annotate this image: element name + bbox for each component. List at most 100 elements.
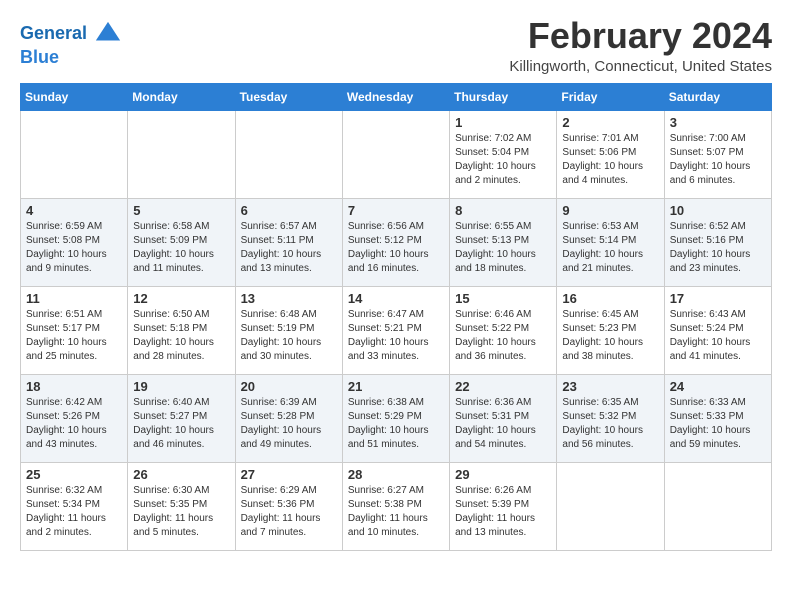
calendar-cell: 13Sunrise: 6:48 AM Sunset: 5:19 PM Dayli…: [235, 286, 342, 374]
header-wednesday: Wednesday: [342, 83, 449, 110]
day-number: 12: [133, 291, 229, 306]
day-number: 22: [455, 379, 551, 394]
calendar-cell: 29 Sunrise: 6:26 AM Sunset: 5:39 PM Dayli…: [450, 462, 557, 550]
day-info: Sunrise: 6:29 AM Sunset: 5:36 PM Dayligh…: [241, 484, 337, 540]
day-number: 6: [241, 203, 337, 218]
calendar-cell: 26 Sunrise: 6:30 AM Sunset: 5:35 PM Dayli…: [128, 462, 235, 550]
calendar-cell: 16 Sunrise: 6:45 AM Sunset: 5:23 PM Dayli…: [557, 286, 664, 374]
day-number: 2: [562, 115, 658, 130]
calendar-cell: 14 Sunrise: 6:47 AM Sunset: 5:21 PM Dayli…: [342, 286, 449, 374]
day-number: 9: [562, 203, 658, 218]
calendar-cell: 8Sunrise: 6:55 AM Sunset: 5:13 PM Daylig…: [450, 198, 557, 286]
day-number: 25: [26, 467, 122, 482]
calendar-cell: [21, 110, 128, 198]
day-info: Sunrise: 6:50 AM Sunset: 5:18 PM Dayligh…: [133, 308, 229, 364]
calendar-week-row: 4 Sunrise: 6:59 AM Sunset: 5:08 PM Daylig…: [21, 198, 772, 286]
day-number: 18: [26, 379, 122, 394]
header: General Blue February 2024 Killingworth,…: [20, 16, 772, 75]
day-info: Sunrise: 6:57 AM Sunset: 5:11 PM Dayligh…: [241, 220, 337, 276]
day-number: 21: [348, 379, 444, 394]
day-info: Sunrise: 6:40 AM Sunset: 5:27 PM Dayligh…: [133, 396, 229, 452]
calendar-cell: 10 Sunrise: 6:52 AM Sunset: 5:16 PM Dayli…: [664, 198, 771, 286]
day-info: Sunrise: 6:56 AM Sunset: 5:12 PM Dayligh…: [348, 220, 444, 276]
calendar-header-row: SundayMondayTuesdayWednesdayThursdayFrid…: [21, 83, 772, 110]
logo: General Blue: [20, 20, 122, 68]
logo-line1: General: [20, 20, 122, 48]
calendar-cell: 6 Sunrise: 6:57 AM Sunset: 5:11 PM Daylig…: [235, 198, 342, 286]
calendar-cell: [342, 110, 449, 198]
day-info: Sunrise: 6:30 AM Sunset: 5:35 PM Dayligh…: [133, 484, 229, 540]
calendar-cell: 25 Sunrise: 6:32 AM Sunset: 5:34 PM Dayli…: [21, 462, 128, 550]
day-info: Sunrise: 6:45 AM Sunset: 5:23 PM Dayligh…: [562, 308, 658, 364]
day-info: Sunrise: 6:53 AM Sunset: 5:14 PM Dayligh…: [562, 220, 658, 276]
day-info: Sunrise: 6:51 AM Sunset: 5:17 PM Dayligh…: [26, 308, 122, 364]
calendar-week-row: 18 Sunrise: 6:42 AM Sunset: 5:26 PM Dayli…: [21, 374, 772, 462]
calendar-cell: 15 Sunrise: 6:46 AM Sunset: 5:22 PM Dayli…: [450, 286, 557, 374]
calendar-cell: 21 Sunrise: 6:38 AM Sunset: 5:29 PM Dayli…: [342, 374, 449, 462]
calendar-cell: 27 Sunrise: 6:29 AM Sunset: 5:36 PM Dayli…: [235, 462, 342, 550]
calendar-table: SundayMondayTuesdayWednesdayThursdayFrid…: [20, 83, 772, 551]
day-number: 28: [348, 467, 444, 482]
day-info: Sunrise: 6:38 AM Sunset: 5:29 PM Dayligh…: [348, 396, 444, 452]
day-info: Sunrise: 7:01 AM Sunset: 5:06 PM Dayligh…: [562, 132, 658, 188]
header-thursday: Thursday: [450, 83, 557, 110]
day-number: 24: [670, 379, 766, 394]
day-info: Sunrise: 6:59 AM Sunset: 5:08 PM Dayligh…: [26, 220, 122, 276]
header-monday: Monday: [128, 83, 235, 110]
day-info: Sunrise: 6:58 AM Sunset: 5:09 PM Dayligh…: [133, 220, 229, 276]
day-number: 17: [670, 291, 766, 306]
header-friday: Friday: [557, 83, 664, 110]
calendar-cell: 11Sunrise: 6:51 AM Sunset: 5:17 PM Dayli…: [21, 286, 128, 374]
calendar-week-row: 25 Sunrise: 6:32 AM Sunset: 5:34 PM Dayli…: [21, 462, 772, 550]
calendar-cell: 19Sunrise: 6:40 AM Sunset: 5:27 PM Dayli…: [128, 374, 235, 462]
title-area: February 2024 Killingworth, Connecticut,…: [509, 16, 772, 75]
header-sunday: Sunday: [21, 83, 128, 110]
day-number: 16: [562, 291, 658, 306]
day-number: 26: [133, 467, 229, 482]
day-number: 20: [241, 379, 337, 394]
day-info: Sunrise: 6:32 AM Sunset: 5:34 PM Dayligh…: [26, 484, 122, 540]
calendar-cell: 24 Sunrise: 6:33 AM Sunset: 5:33 PM Dayli…: [664, 374, 771, 462]
day-info: Sunrise: 7:00 AM Sunset: 5:07 PM Dayligh…: [670, 132, 766, 188]
day-number: 14: [348, 291, 444, 306]
day-number: 1: [455, 115, 551, 130]
day-info: Sunrise: 6:42 AM Sunset: 5:26 PM Dayligh…: [26, 396, 122, 452]
calendar-cell: 7Sunrise: 6:56 AM Sunset: 5:12 PM Daylig…: [342, 198, 449, 286]
day-number: 29: [455, 467, 551, 482]
calendar-week-row: 1 Sunrise: 7:02 AM Sunset: 5:04 PM Daylig…: [21, 110, 772, 198]
day-number: 13: [241, 291, 337, 306]
calendar-cell: [557, 462, 664, 550]
logo-line2: Blue: [20, 48, 122, 68]
calendar-cell: 2 Sunrise: 7:01 AM Sunset: 5:06 PM Daylig…: [557, 110, 664, 198]
day-number: 4: [26, 203, 122, 218]
calendar-cell: 5 Sunrise: 6:58 AM Sunset: 5:09 PM Daylig…: [128, 198, 235, 286]
calendar-cell: 20 Sunrise: 6:39 AM Sunset: 5:28 PM Dayli…: [235, 374, 342, 462]
calendar-cell: 12 Sunrise: 6:50 AM Sunset: 5:18 PM Dayli…: [128, 286, 235, 374]
calendar-cell: 17 Sunrise: 6:43 AM Sunset: 5:24 PM Dayli…: [664, 286, 771, 374]
day-info: Sunrise: 6:27 AM Sunset: 5:38 PM Dayligh…: [348, 484, 444, 540]
day-number: 27: [241, 467, 337, 482]
day-info: Sunrise: 6:52 AM Sunset: 5:16 PM Dayligh…: [670, 220, 766, 276]
day-info: Sunrise: 7:02 AM Sunset: 5:04 PM Dayligh…: [455, 132, 551, 188]
location-title: Killingworth, Connecticut, United States: [509, 58, 772, 75]
day-info: Sunrise: 6:26 AM Sunset: 5:39 PM Dayligh…: [455, 484, 551, 540]
day-info: Sunrise: 6:55 AM Sunset: 5:13 PM Dayligh…: [455, 220, 551, 276]
day-info: Sunrise: 6:39 AM Sunset: 5:28 PM Dayligh…: [241, 396, 337, 452]
day-number: 10: [670, 203, 766, 218]
day-info: Sunrise: 6:46 AM Sunset: 5:22 PM Dayligh…: [455, 308, 551, 364]
day-info: Sunrise: 6:33 AM Sunset: 5:33 PM Dayligh…: [670, 396, 766, 452]
calendar-cell: 1 Sunrise: 7:02 AM Sunset: 5:04 PM Daylig…: [450, 110, 557, 198]
month-title: February 2024: [509, 16, 772, 56]
day-info: Sunrise: 6:36 AM Sunset: 5:31 PM Dayligh…: [455, 396, 551, 452]
day-info: Sunrise: 6:35 AM Sunset: 5:32 PM Dayligh…: [562, 396, 658, 452]
calendar-cell: 3Sunrise: 7:00 AM Sunset: 5:07 PM Daylig…: [664, 110, 771, 198]
day-number: 5: [133, 203, 229, 218]
day-number: 15: [455, 291, 551, 306]
header-saturday: Saturday: [664, 83, 771, 110]
calendar-week-row: 11Sunrise: 6:51 AM Sunset: 5:17 PM Dayli…: [21, 286, 772, 374]
calendar-cell: 23 Sunrise: 6:35 AM Sunset: 5:32 PM Dayli…: [557, 374, 664, 462]
day-number: 23: [562, 379, 658, 394]
day-info: Sunrise: 6:47 AM Sunset: 5:21 PM Dayligh…: [348, 308, 444, 364]
day-info: Sunrise: 6:43 AM Sunset: 5:24 PM Dayligh…: [670, 308, 766, 364]
calendar-cell: [235, 110, 342, 198]
